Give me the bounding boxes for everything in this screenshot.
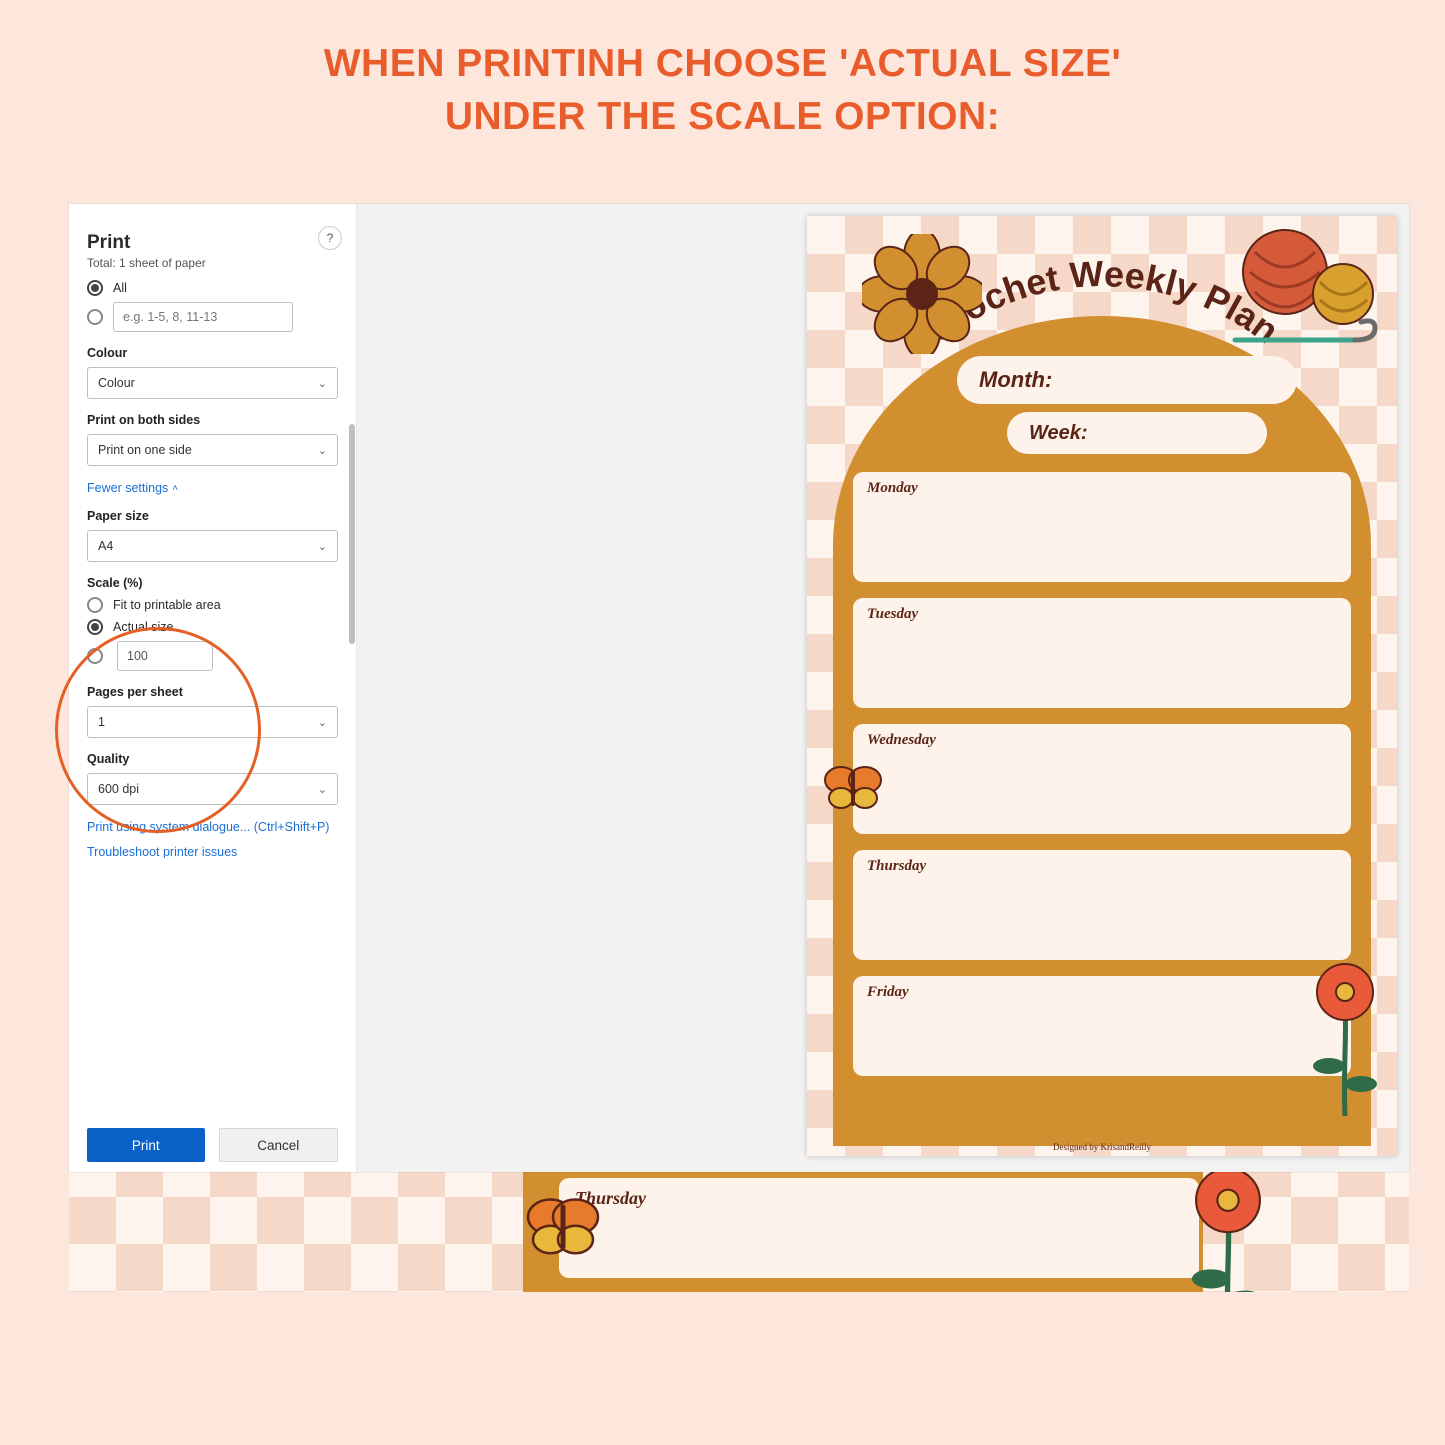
both-sides-label: Print on both sides: [87, 413, 338, 427]
scrollbar-thumb[interactable]: [349, 424, 355, 644]
chevron-down-icon: ⌄: [318, 377, 327, 390]
butterfly-icon: [821, 756, 885, 820]
dialog-actions: Print Cancel: [87, 1128, 338, 1162]
paper-size-label: Paper size: [87, 509, 338, 523]
pps-select[interactable]: 1 ⌄: [87, 706, 338, 738]
paper-size-value: A4: [98, 539, 113, 553]
pps-label: Pages per sheet: [87, 685, 338, 699]
scale-label: Scale (%): [87, 576, 338, 590]
heading-line1: WHEN PRINTINH CHOOSE 'ACTUAL SIZE': [0, 38, 1445, 91]
week-label: Week:: [1029, 422, 1088, 445]
radio-icon: [87, 648, 103, 664]
flower-icon: [1295, 956, 1395, 1116]
scrollbar[interactable]: [348, 424, 356, 864]
chevron-up-icon: ˄: [172, 483, 178, 494]
designed-by: Designed by KrisandReilly: [807, 1142, 1397, 1152]
month-field: Month:: [957, 356, 1297, 404]
print-preview-area: Crochet Weekly Plan Month: Week: Monday …: [357, 204, 1409, 1172]
help-button[interactable]: ?: [318, 226, 342, 250]
fit-label: Fit to printable area: [113, 598, 221, 612]
custom-pages-input[interactable]: [113, 302, 293, 332]
print-title: Print: [87, 232, 338, 254]
day-row: Thursday: [559, 1178, 1199, 1278]
day-label: Wednesday: [867, 732, 936, 749]
month-label: Month:: [979, 367, 1052, 393]
butterfly-icon: [523, 1182, 603, 1262]
day-row: Wednesday: [853, 724, 1351, 834]
yarn-icon: [1225, 222, 1385, 362]
print-dialog-window: ? Print Total: 1 sheet of paper All Colo…: [69, 204, 1409, 1172]
background-planner-peek: Thursday: [69, 1172, 1409, 1292]
chevron-down-icon: ⌄: [318, 716, 327, 729]
cancel-button[interactable]: Cancel: [219, 1128, 339, 1162]
day-row: Tuesday: [853, 598, 1351, 708]
print-button[interactable]: Print: [87, 1128, 205, 1162]
colour-value: Colour: [98, 376, 135, 390]
quality-select[interactable]: 600 dpi ⌄: [87, 773, 338, 805]
fewer-settings-link[interactable]: Fewer settings ˄: [87, 481, 178, 495]
radio-icon: [87, 619, 103, 635]
paper-size-select[interactable]: A4 ⌄: [87, 530, 338, 562]
both-sides-value: Print on one side: [98, 443, 192, 457]
chevron-down-icon: ⌄: [318, 783, 327, 796]
chevron-down-icon: ⌄: [318, 540, 327, 553]
radio-icon: [87, 309, 103, 325]
print-settings-panel: ? Print Total: 1 sheet of paper All Colo…: [69, 204, 357, 1172]
chevron-down-icon: ⌄: [318, 444, 327, 457]
fewer-settings-label: Fewer settings: [87, 481, 168, 495]
day-row: Monday: [853, 472, 1351, 582]
flower-icon: [862, 234, 982, 354]
week-field: Week:: [1007, 412, 1267, 454]
sheet-total: Total: 1 sheet of paper: [87, 256, 338, 270]
radio-custom-pages[interactable]: [87, 302, 338, 332]
actual-label: Actual size: [113, 620, 173, 634]
radio-actual-size[interactable]: Actual size: [87, 619, 338, 635]
day-row: Friday: [853, 976, 1351, 1076]
radio-all-pages[interactable]: All: [87, 280, 338, 296]
page-preview: Crochet Weekly Plan Month: Week: Monday …: [807, 216, 1397, 1156]
radio-icon: [87, 597, 103, 613]
troubleshoot-link[interactable]: Troubleshoot printer issues: [87, 845, 237, 858]
heading-line2: UNDER THE SCALE OPTION:: [0, 91, 1445, 144]
radio-icon: [87, 280, 103, 296]
quality-label: Quality: [87, 752, 338, 766]
pps-value: 1: [98, 715, 105, 729]
day-label: Thursday: [867, 858, 926, 875]
colour-select[interactable]: Colour ⌄: [87, 367, 338, 399]
radio-fit-printable[interactable]: Fit to printable area: [87, 597, 338, 613]
instruction-heading: WHEN PRINTINH CHOOSE 'ACTUAL SIZE' UNDER…: [0, 0, 1445, 143]
radio-all-label: All: [113, 281, 127, 295]
radio-custom-scale[interactable]: [87, 641, 338, 671]
system-dialog-link[interactable]: Print using system dialogue... (Ctrl+Shi…: [87, 820, 329, 834]
day-label: Monday: [867, 480, 918, 497]
custom-scale-input[interactable]: [117, 641, 213, 671]
quality-value: 600 dpi: [98, 782, 139, 796]
day-label: Friday: [867, 984, 909, 1001]
day-row: Thursday: [853, 850, 1351, 960]
colour-label: Colour: [87, 346, 338, 360]
both-sides-select[interactable]: Print on one side ⌄: [87, 434, 338, 466]
flower-icon: [1163, 1172, 1293, 1292]
day-label: Tuesday: [867, 606, 918, 623]
